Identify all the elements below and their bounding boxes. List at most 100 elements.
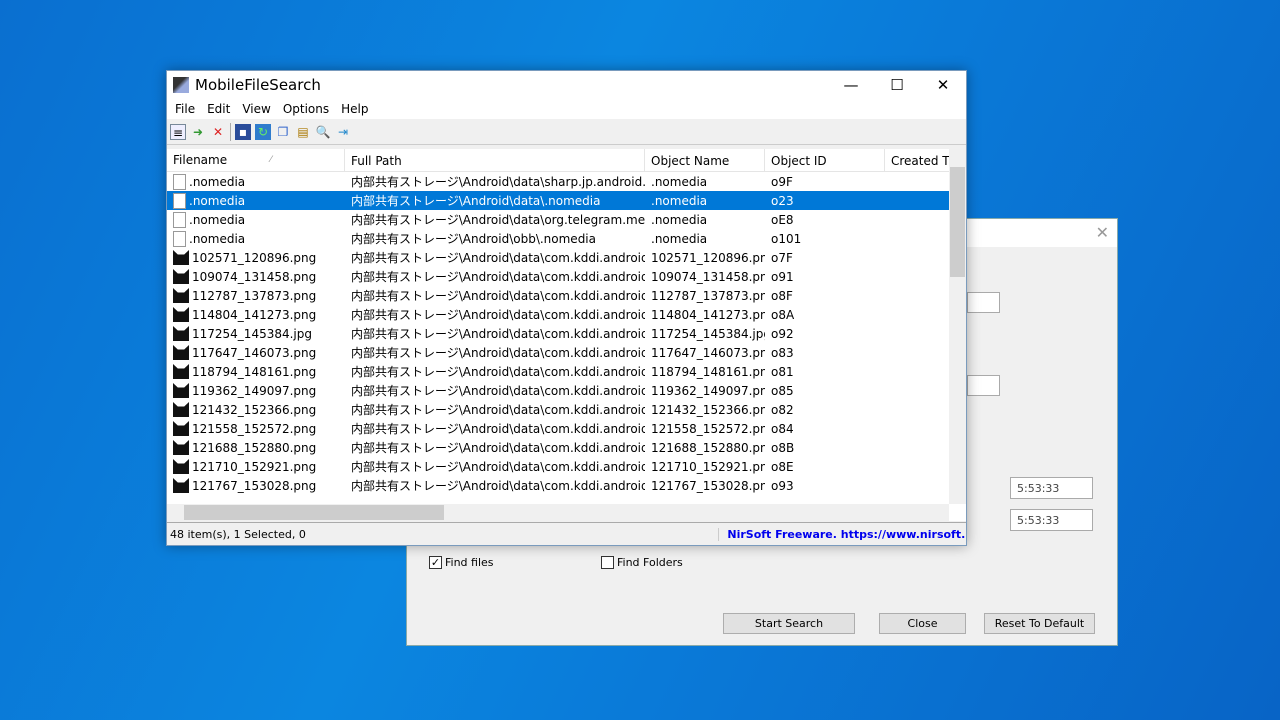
minimize-button[interactable]: — [828,71,874,98]
find-folders-checkbox[interactable]: Find Folders [601,556,683,569]
cell-object-id: o83 [771,345,794,360]
time-from-field[interactable]: 5:53:33 [1010,477,1093,499]
save-icon[interactable]: ▪ [235,123,251,140]
cell-filename: 109074_131458.png [192,269,317,284]
image-file-icon [173,288,189,303]
cell-full-path: 内部共有ストレージ\Android\data\com.kddi.android.… [351,460,645,474]
vertical-scrollbar[interactable] [949,149,966,504]
table-row[interactable]: 109074_131458.png 内部共有ストレージ\Android\data… [167,267,966,286]
table-row[interactable]: 117254_145384.jpg 内部共有ストレージ\Android\data… [167,324,966,343]
export-icon[interactable]: ➜ [190,124,206,140]
find-icon[interactable]: 🔍 [315,124,331,140]
table-row[interactable]: .nomedia 内部共有ストレージ\Android\obb\.nomedia … [167,229,966,248]
title-bar: MobileFileSearch — ☐ ✕ [167,71,966,98]
cell-object-name: 112787_137873.png [651,288,765,303]
cell-filename: .nomedia [189,231,246,246]
nirsoft-link[interactable]: NirSoft Freeware. https://www.nirsoft.ne… [719,528,966,541]
cell-filename: 121432_152366.png [192,402,317,417]
image-file-icon [173,421,189,436]
file-icon [173,173,186,190]
text-field[interactable] [967,375,1000,396]
table-row[interactable]: 121767_153028.png 内部共有ストレージ\Android\data… [167,476,966,495]
maximize-button[interactable]: ☐ [874,71,920,98]
table-row[interactable]: 121432_152366.png 内部共有ストレージ\Android\data… [167,400,966,419]
horizontal-scrollbar[interactable] [167,504,949,521]
app-icon [173,76,189,93]
menu-options[interactable]: Options [277,102,335,116]
column-object-id[interactable]: Object ID [765,149,885,171]
text-field[interactable] [967,292,1000,313]
cell-full-path: 内部共有ストレージ\Android\data\com.kddi.android.… [351,289,645,303]
menu-edit[interactable]: Edit [201,102,236,116]
cell-object-name: 118794_148161.png [651,364,765,379]
image-file-icon [173,440,189,455]
menu-help[interactable]: Help [335,102,374,116]
cell-filename: 121558_152572.png [192,421,317,436]
cell-object-id: o8E [771,459,794,474]
checkbox-unchecked-icon [601,556,614,569]
cell-object-id: o8B [771,440,795,455]
column-filename[interactable]: Filename ⁄ [167,149,345,171]
table-row[interactable]: 121688_152880.png 内部共有ストレージ\Android\data… [167,438,966,457]
cell-object-id: o91 [771,269,794,284]
cell-full-path: 内部共有ストレージ\Android\data\com.kddi.android.… [351,346,645,360]
cell-object-id: o8A [771,307,795,322]
properties-icon[interactable]: ≡ [170,123,186,140]
cell-filename: 117254_145384.jpg [192,326,312,341]
cell-object-name: 117254_145384.jpg [651,326,765,341]
cell-filename: .nomedia [189,193,246,208]
cell-filename: 117647_146073.png [192,345,317,360]
cell-object-id: o93 [771,478,794,493]
table-row[interactable]: 118794_148161.png 内部共有ストレージ\Android\data… [167,362,966,381]
menu-bar: File Edit View Options Help [167,98,966,119]
table-row[interactable]: 119362_149097.png 内部共有ストレージ\Android\data… [167,381,966,400]
dialog-close-button[interactable]: ✕ [1096,223,1109,242]
menu-file[interactable]: File [169,102,201,116]
cell-object-name: 121767_153028.png [651,478,765,493]
cell-object-name: 121432_152366.png [651,402,765,417]
table-row[interactable]: 117647_146073.png 内部共有ストレージ\Android\data… [167,343,966,362]
cell-full-path: 内部共有ストレージ\Android\data\com.kddi.android.… [351,403,645,417]
list-header: Filename ⁄ Full Path Object Name Object I… [167,149,966,172]
cell-object-id: o8F [771,288,793,303]
find-files-checkbox[interactable]: ✓ Find files [429,556,494,569]
options-icon[interactable]: ▤ [295,124,311,140]
close-button[interactable]: ✕ [920,71,966,98]
column-full-path[interactable]: Full Path [345,149,645,171]
cell-filename: 102571_120896.png [192,250,317,265]
refresh-icon[interactable]: ↻ [255,123,271,140]
cell-object-id: o92 [771,326,794,341]
time-to-field[interactable]: 5:53:33 [1010,509,1093,531]
cell-filename: 118794_148161.png [192,364,317,379]
image-file-icon [173,345,189,360]
menu-view[interactable]: View [236,102,276,116]
image-file-icon [173,250,189,265]
file-icon [173,211,186,228]
table-row[interactable]: .nomedia 内部共有ストレージ\Android\data\org.tele… [167,210,966,229]
cell-filename: 121710_152921.png [192,459,317,474]
copy-icon[interactable]: ❐ [275,124,291,140]
main-window: MobileFileSearch — ☐ ✕ File Edit View Op… [166,70,967,546]
cell-object-id: o7F [771,250,793,265]
table-row[interactable]: 102571_120896.png 内部共有ストレージ\Android\data… [167,248,966,267]
cell-filename: .nomedia [189,174,246,189]
exit-icon[interactable]: ⇥ [335,124,351,140]
cell-full-path: 内部共有ストレージ\Android\data\org.telegram.mes.… [351,213,645,227]
start-search-button[interactable]: Start Search [723,613,855,634]
table-row[interactable]: 121710_152921.png 内部共有ストレージ\Android\data… [167,457,966,476]
table-row[interactable]: 114804_141273.png 内部共有ストレージ\Android\data… [167,305,966,324]
cell-full-path: 内部共有ストレージ\Android\data\com.kddi.android.… [351,479,645,493]
table-row[interactable]: .nomedia 内部共有ストレージ\Android\data\sharp.jp… [167,172,966,191]
reset-to-default-button[interactable]: Reset To Default [984,613,1095,634]
delete-icon[interactable]: ✕ [210,124,226,140]
close-button[interactable]: Close [879,613,966,634]
table-row[interactable]: 121558_152572.png 内部共有ストレージ\Android\data… [167,419,966,438]
cell-full-path: 内部共有ストレージ\Android\data\com.kddi.android.… [351,422,645,436]
cell-object-id: o84 [771,421,794,436]
column-object-name[interactable]: Object Name [645,149,765,171]
table-row[interactable]: 112787_137873.png 内部共有ストレージ\Android\data… [167,286,966,305]
table-row[interactable]: .nomedia 内部共有ストレージ\Android\data\.nomedia… [167,191,966,210]
image-file-icon [173,478,189,493]
cell-object-name: 121558_152572.png [651,421,765,436]
cell-object-name: 121710_152921.png [651,459,765,474]
